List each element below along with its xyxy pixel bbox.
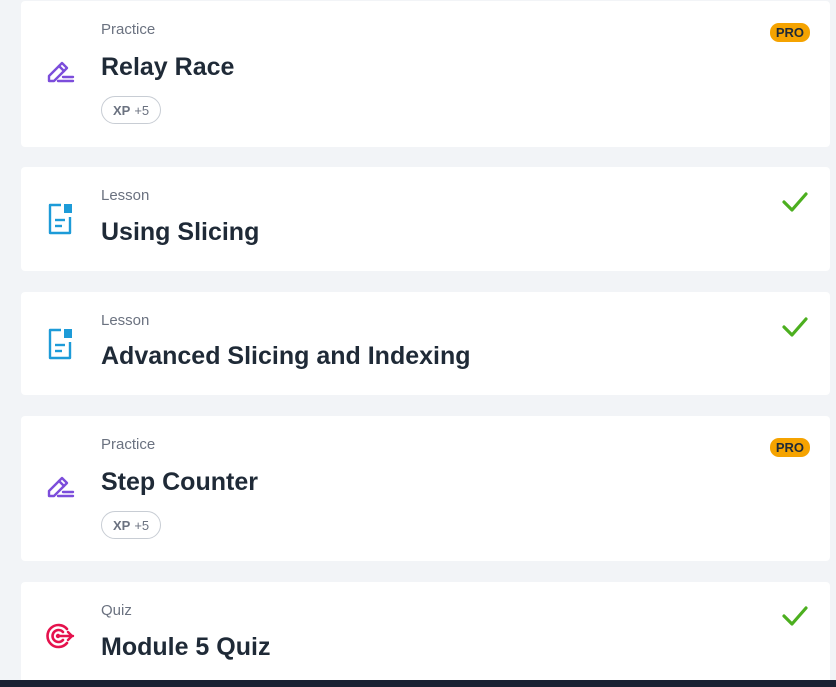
- xp-value: +5: [134, 103, 150, 118]
- pro-badge: PRO: [769, 438, 810, 457]
- pro-badge: PRO: [769, 23, 810, 42]
- item-type-label: Practice: [101, 21, 156, 38]
- footer-bar: [0, 680, 836, 687]
- item-title[interactable]: Step Counter: [101, 468, 258, 497]
- item-title[interactable]: Module 5 Quiz: [101, 633, 270, 662]
- xp-badge: XP +5: [101, 511, 162, 539]
- item-type-label: Quiz: [101, 602, 132, 619]
- learning-item-card[interactable]: Practice Relay Race XP +5 PRO: [21, 1, 830, 147]
- item-title[interactable]: Relay Race: [101, 53, 234, 82]
- completed-check-icon: [782, 605, 808, 627]
- completed-check-icon: [782, 191, 808, 213]
- learning-item-card[interactable]: Lesson Using Slicing: [21, 167, 830, 271]
- item-type-label: Lesson: [101, 312, 150, 329]
- pencil-icon: [45, 57, 75, 89]
- item-title[interactable]: Advanced Slicing and Indexing: [101, 342, 471, 371]
- xp-value: +5: [134, 518, 150, 533]
- xp-badge: XP +5: [101, 96, 162, 124]
- document-icon: [45, 203, 75, 235]
- xp-label: XP: [113, 103, 131, 118]
- pencil-icon: [45, 472, 75, 504]
- learning-item-card[interactable]: Lesson Advanced Slicing and Indexing: [21, 292, 830, 395]
- target-icon: [45, 620, 75, 652]
- document-icon: [45, 328, 75, 360]
- xp-label: XP: [113, 518, 131, 533]
- learning-item-card[interactable]: Practice Step Counter XP +5 PRO: [21, 416, 830, 561]
- item-type-label: Practice: [101, 436, 156, 453]
- item-type-label: Lesson: [101, 187, 150, 204]
- learning-item-card[interactable]: Quiz Module 5 Quiz: [21, 582, 830, 687]
- item-title[interactable]: Using Slicing: [101, 218, 259, 247]
- completed-check-icon: [782, 316, 808, 338]
